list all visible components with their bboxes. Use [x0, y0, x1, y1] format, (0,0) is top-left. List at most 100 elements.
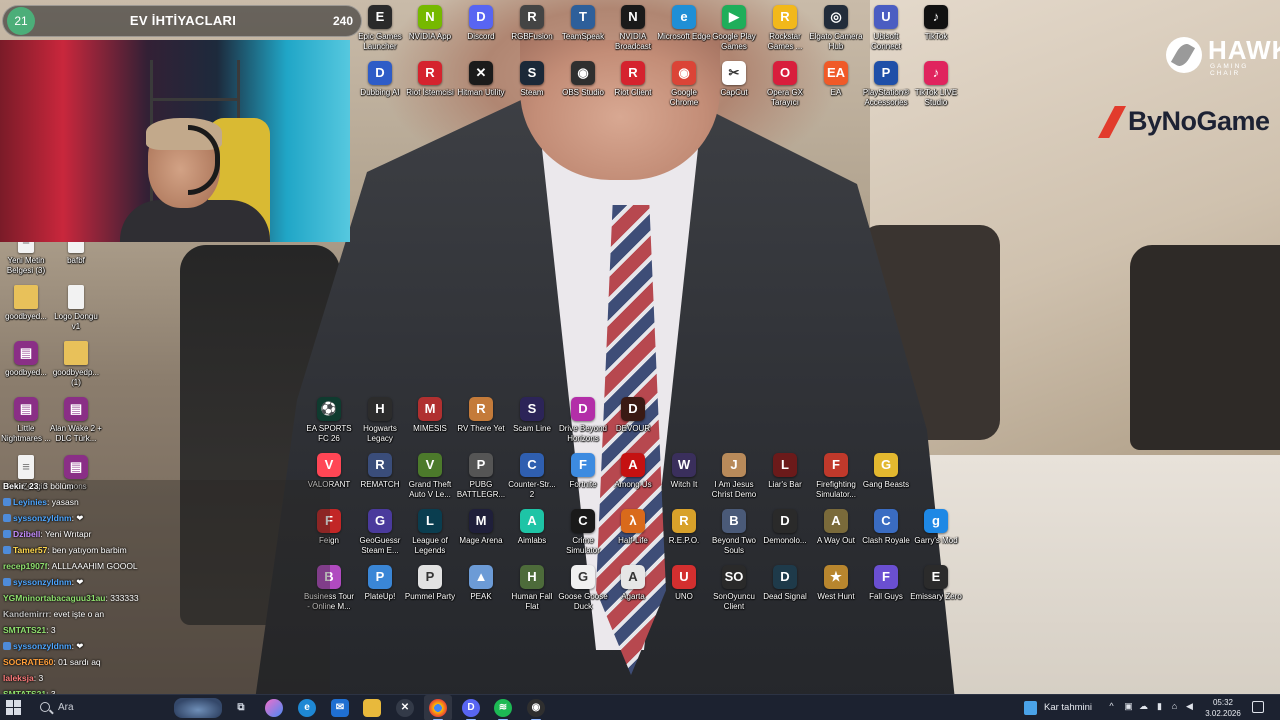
- desktop-icon[interactable]: A Aimlabs: [505, 509, 559, 546]
- desktop-icon[interactable]: e Microsoft Edge: [657, 5, 711, 42]
- task-view-icon[interactable]: ⧉: [232, 699, 250, 717]
- opera-gx-icon: O: [773, 61, 797, 85]
- network-icon[interactable]: ⌂: [1169, 701, 1180, 712]
- system-clock[interactable]: 05:32 3.02.2026: [1196, 697, 1250, 719]
- desktop-icon[interactable]: R Riot İstemcisi: [403, 61, 457, 98]
- desktop-icon[interactable]: G GeoGuessr Steam E...: [353, 509, 407, 556]
- weather-widget[interactable]: Kar tahmini: [1024, 699, 1104, 717]
- desktop-icon[interactable]: SO SonOyuncu Client: [707, 565, 761, 612]
- desktop-icon[interactable]: ★ West Hunt: [809, 565, 863, 602]
- desktop-icon[interactable]: U Ubisoft Connect: [859, 5, 913, 52]
- start-button[interactable]: [6, 700, 22, 716]
- edge-icon[interactable]: e: [298, 699, 316, 717]
- desktop-icon-label: PEAK: [470, 592, 492, 601]
- desktop-icon[interactable]: ▶ Google Play Games: [707, 5, 761, 52]
- desktop-icon[interactable]: ✂ CapCut: [707, 61, 761, 98]
- desktop-icon[interactable]: T TeamSpeak: [556, 5, 610, 42]
- desktop-icon[interactable]: V Grand Theft Auto V Le...: [403, 453, 457, 500]
- desktop-icon[interactable]: R Rockstar Games ...: [758, 5, 812, 52]
- valorant-icon: V: [317, 453, 341, 477]
- desktop-icon[interactable]: B Beyond Two Souls: [707, 509, 761, 556]
- obs-icon[interactable]: ◉: [527, 699, 545, 717]
- desktop-icon[interactable]: R R.E.P.O.: [657, 509, 711, 546]
- desktop-icon[interactable]: ◉ OBS Studio: [556, 61, 610, 98]
- desktop-icon-label: Drive Beyond Horizons: [558, 424, 608, 443]
- desktop-icon[interactable]: g Garry's Mod: [909, 509, 963, 546]
- desktop-icon[interactable]: Logo Dongu v1: [49, 285, 103, 332]
- xbox-icon[interactable]: ✕: [396, 699, 414, 717]
- desktop-icon[interactable]: D Dead Signal: [758, 565, 812, 602]
- desktop-icon[interactable]: M MIMESIS: [403, 397, 457, 434]
- desktop-icon[interactable]: F Firefighting Simulator...: [809, 453, 863, 500]
- desktop-icon[interactable]: R Riot Client: [606, 61, 660, 98]
- desktop-icon[interactable]: C Crime Simulator: [556, 509, 610, 556]
- desktop-icon[interactable]: N NVIDIA Broadcast: [606, 5, 660, 52]
- desktop-icon[interactable]: P PlateUp!: [353, 565, 407, 602]
- desktop-icon[interactable]: ▤ Little Nightmares ...: [0, 397, 53, 444]
- cloud-icon[interactable]: ☁: [1138, 701, 1149, 712]
- discord-icon[interactable]: D: [462, 699, 480, 717]
- folder-icon: [14, 285, 38, 309]
- chrome-icon[interactable]: [429, 699, 447, 717]
- desktop-icon[interactable]: ◎ Elgato Camera Hub: [809, 5, 863, 52]
- desktop-icon[interactable]: D Discord: [454, 5, 508, 42]
- desktop-icon[interactable]: E Epic Games Launcher: [353, 5, 407, 52]
- volume-icon[interactable]: ◀: [1184, 701, 1195, 712]
- desktop-icon[interactable]: D DEVOUR: [606, 397, 660, 434]
- outlook-icon[interactable]: ✉: [331, 699, 349, 717]
- desktop-icon[interactable]: J I Am Jesus Christ Demo: [707, 453, 761, 500]
- desktop-icon[interactable]: goodbyed...: [0, 285, 53, 322]
- desktop-icon[interactable]: P Pummel Party: [403, 565, 457, 602]
- desktop-icon[interactable]: H Human Fall Flat: [505, 565, 559, 612]
- microphone-icon[interactable]: ▮: [1154, 701, 1165, 712]
- desktop-icon[interactable]: G Gang Beasts: [859, 453, 913, 490]
- desktop-icon[interactable]: S Steam: [505, 61, 559, 98]
- desktop-icon[interactable]: L League of Legends: [403, 509, 457, 556]
- file-explorer-icon[interactable]: [363, 699, 381, 717]
- desktop-icon[interactable]: P PUBG BATTLEGR...: [454, 453, 508, 500]
- desktop-icon[interactable]: W Witch It: [657, 453, 711, 490]
- desktop-icon[interactable]: ▤ goodbyed...: [0, 341, 53, 378]
- desktop-icon[interactable]: D Demonolo...: [758, 509, 812, 546]
- desktop-icon[interactable]: C Clash Royale: [859, 509, 913, 546]
- desktop-icon[interactable]: ✕ Hitman Utility: [454, 61, 508, 98]
- taskbar-search[interactable]: Ara: [34, 698, 174, 718]
- desktop-icon[interactable]: O Opera GX Tarayıcı: [758, 61, 812, 108]
- desktop-icon[interactable]: L Liar's Bar: [758, 453, 812, 490]
- desktop-icon[interactable]: R RGBFusion: [505, 5, 559, 42]
- desktop-icon[interactable]: H Hogwarts Legacy: [353, 397, 407, 444]
- desktop-icon[interactable]: U UNO: [657, 565, 711, 602]
- desktop-icon[interactable]: ▲ PEAK: [454, 565, 508, 602]
- desktop-icon[interactable]: D Dubbing AI: [353, 61, 407, 98]
- desktop-icon[interactable]: ♪ TikTok: [909, 5, 963, 42]
- desktop-icon[interactable]: A Agarta: [606, 565, 660, 602]
- desktop-icon[interactable]: ▤ Alan Wake 2 + DLC Türk...: [49, 397, 103, 444]
- desktop-icon[interactable]: C Counter-Str... 2: [505, 453, 559, 500]
- desktop-icon[interactable]: A Among Us: [606, 453, 660, 490]
- desktop-icon[interactable]: ◉ Google Chrome: [657, 61, 711, 108]
- desktop-icon[interactable]: E Emissary Zero: [909, 565, 963, 602]
- desktop-icon[interactable]: A A Way Out: [809, 509, 863, 546]
- desktop-icon[interactable]: goodbyedp... (1): [49, 341, 103, 388]
- chevron-up-icon[interactable]: ^: [1106, 701, 1117, 712]
- chrome-icon: ◉: [672, 61, 696, 85]
- copilot-icon[interactable]: [265, 699, 283, 717]
- tray-app-icon[interactable]: ▣: [1123, 701, 1134, 712]
- desktop-icon[interactable]: F Fortnite: [556, 453, 610, 490]
- search-placeholder: Ara: [58, 702, 74, 713]
- desktop-icon[interactable]: F Fall Guys: [859, 565, 913, 602]
- desktop-icon[interactable]: R RV There Yet: [454, 397, 508, 434]
- desktop-icon[interactable]: M Mage Arena: [454, 509, 508, 546]
- desktop-icon[interactable]: EA EA: [809, 61, 863, 98]
- desktop-icon[interactable]: D Drive Beyond Horizons: [556, 397, 610, 444]
- desktop-icon[interactable]: G Goose Goose Duck: [556, 565, 610, 612]
- desktop-icon[interactable]: λ Half-Life: [606, 509, 660, 546]
- desktop-icon[interactable]: P PlayStation® Accessories: [859, 61, 913, 108]
- desktop-icon[interactable]: N NVIDIA App: [403, 5, 457, 42]
- desktop-icon[interactable]: R REMATCH: [353, 453, 407, 490]
- notification-icon[interactable]: [1252, 701, 1264, 713]
- spotify-icon[interactable]: ≋: [494, 699, 512, 717]
- desktop-icon[interactable]: ⚽ EA SPORTS FC 26: [302, 397, 356, 444]
- desktop-icon[interactable]: ♪ TikTok LIVE Studio: [909, 61, 963, 108]
- desktop-icon[interactable]: S Scam Line: [505, 397, 559, 434]
